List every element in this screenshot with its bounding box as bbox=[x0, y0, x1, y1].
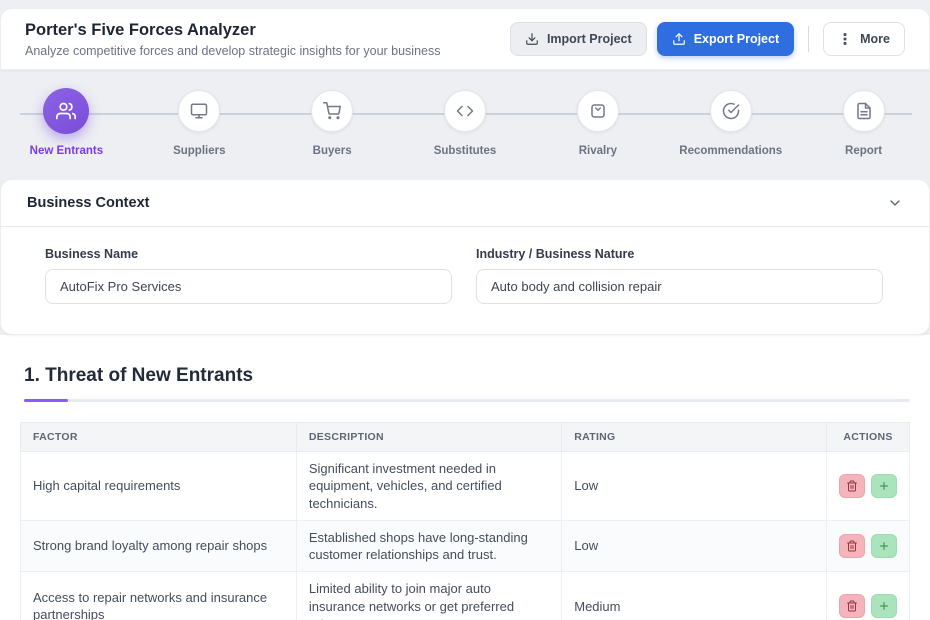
business-name-label: Business Name bbox=[45, 247, 452, 261]
industry-input[interactable] bbox=[476, 269, 883, 304]
table-row: Access to repair networks and insurance … bbox=[21, 572, 910, 620]
add-factor-button[interactable] bbox=[871, 474, 897, 498]
package-icon bbox=[589, 102, 607, 120]
add-factor-button[interactable] bbox=[871, 534, 897, 558]
step-label: Buyers bbox=[313, 145, 352, 157]
trash-icon bbox=[846, 600, 858, 612]
users-icon bbox=[56, 101, 76, 121]
download-icon bbox=[525, 32, 539, 46]
delete-factor-button[interactable] bbox=[839, 594, 865, 618]
step-circle[interactable] bbox=[311, 90, 353, 132]
delete-factor-button[interactable] bbox=[839, 534, 865, 558]
step-circle[interactable] bbox=[710, 90, 752, 132]
step-circle[interactable] bbox=[577, 90, 619, 132]
more-label: More bbox=[860, 33, 890, 46]
description-cell: Established shops have long-standing cus… bbox=[296, 520, 561, 572]
upload-icon bbox=[672, 32, 686, 46]
factor-cell: Strong brand loyalty among repair shops bbox=[21, 520, 297, 572]
plus-icon bbox=[878, 480, 890, 492]
code-icon bbox=[456, 102, 474, 120]
steps-list: New Entrants Suppliers Buyers Substitutes Ri… bbox=[0, 90, 930, 157]
rating-cell: Low bbox=[562, 452, 827, 521]
step-circle[interactable] bbox=[43, 88, 89, 134]
export-project-button[interactable]: Export Project bbox=[657, 22, 794, 56]
description-cell: Limited ability to join major auto insur… bbox=[296, 572, 561, 620]
business-context-body: Business Name Industry / Business Nature bbox=[1, 227, 929, 334]
step-new-entrants[interactable]: New Entrants bbox=[0, 90, 133, 157]
check-circle-icon bbox=[722, 102, 740, 120]
section-underline bbox=[24, 399, 910, 402]
step-circle[interactable] bbox=[843, 90, 885, 132]
industry-label: Industry / Business Nature bbox=[476, 247, 883, 261]
business-name-input[interactable] bbox=[45, 269, 452, 304]
step-substitutes[interactable]: Substitutes bbox=[399, 90, 532, 157]
factor-cell: High capital requirements bbox=[21, 452, 297, 521]
add-factor-button[interactable] bbox=[871, 594, 897, 618]
column-header-actions: ACTIONS bbox=[826, 423, 909, 452]
step-report[interactable]: Report bbox=[797, 90, 930, 157]
business-context-card: Business Context Business Name Industry … bbox=[0, 179, 930, 335]
step-navigation: New Entrants Suppliers Buyers Substitutes Ri… bbox=[0, 70, 930, 179]
step-label: Suppliers bbox=[173, 145, 225, 157]
plus-icon bbox=[878, 540, 890, 552]
shopping-cart-icon bbox=[323, 102, 341, 120]
actions-cell bbox=[826, 520, 909, 572]
step-label: Substitutes bbox=[434, 145, 497, 157]
table-header-row: FACTOR DESCRIPTION RATING ACTIONS bbox=[21, 423, 910, 452]
import-project-label: Import Project bbox=[547, 33, 632, 46]
factors-table-body: High capital requirementsSignificant inv… bbox=[21, 452, 910, 620]
delete-factor-button[interactable] bbox=[839, 474, 865, 498]
rating-cell: Medium bbox=[562, 572, 827, 620]
app-subtitle: Analyze competitive forces and develop s… bbox=[25, 44, 441, 58]
step-label: Rivalry bbox=[579, 145, 617, 157]
more-button[interactable]: More bbox=[823, 22, 905, 56]
column-header-description: DESCRIPTION bbox=[296, 423, 561, 452]
chevron-down-icon[interactable] bbox=[887, 195, 903, 211]
trash-icon bbox=[846, 540, 858, 552]
step-buyers[interactable]: Buyers bbox=[266, 90, 399, 157]
table-row: High capital requirementsSignificant inv… bbox=[21, 452, 910, 521]
export-project-label: Export Project bbox=[694, 33, 779, 46]
plus-icon bbox=[878, 600, 890, 612]
column-header-factor: FACTOR bbox=[21, 423, 297, 452]
app-title: Porter's Five Forces Analyzer bbox=[25, 21, 441, 40]
step-label: New Entrants bbox=[30, 145, 104, 157]
force-section: 1. Threat of New Entrants FACTOR DESCRIP… bbox=[0, 335, 930, 620]
trash-icon bbox=[846, 480, 858, 492]
business-context-title: Business Context bbox=[27, 195, 149, 211]
step-rivalry[interactable]: Rivalry bbox=[531, 90, 664, 157]
factors-table: FACTOR DESCRIPTION RATING ACTIONS High c… bbox=[20, 422, 910, 620]
industry-field-group: Industry / Business Nature bbox=[476, 247, 883, 304]
business-context-header[interactable]: Business Context bbox=[1, 180, 929, 227]
import-project-button[interactable]: Import Project bbox=[510, 22, 647, 56]
header-actions: Import Project Export Project More bbox=[510, 22, 905, 56]
top-section: Porter's Five Forces Analyzer Analyze co… bbox=[0, 0, 930, 335]
step-label: Recommendations bbox=[679, 145, 782, 157]
actions-cell bbox=[826, 572, 909, 620]
business-name-field-group: Business Name bbox=[45, 247, 452, 304]
rating-cell: Low bbox=[562, 520, 827, 572]
app-header: Porter's Five Forces Analyzer Analyze co… bbox=[0, 8, 930, 70]
monitor-icon bbox=[190, 102, 208, 120]
column-header-rating: RATING bbox=[562, 423, 827, 452]
description-cell: Significant investment needed in equipme… bbox=[296, 452, 561, 521]
force-section-title: 1. Threat of New Entrants bbox=[24, 365, 910, 387]
step-label: Report bbox=[845, 145, 882, 157]
table-row: Strong brand loyalty among repair shopsE… bbox=[21, 520, 910, 572]
header-divider bbox=[808, 26, 809, 52]
file-text-icon bbox=[855, 102, 873, 120]
actions-cell bbox=[826, 452, 909, 521]
step-circle[interactable] bbox=[444, 90, 486, 132]
step-circle[interactable] bbox=[178, 90, 220, 132]
step-recommendations[interactable]: Recommendations bbox=[664, 90, 797, 157]
factor-cell: Access to repair networks and insurance … bbox=[21, 572, 297, 620]
step-suppliers[interactable]: Suppliers bbox=[133, 90, 266, 157]
more-icon bbox=[838, 32, 852, 46]
